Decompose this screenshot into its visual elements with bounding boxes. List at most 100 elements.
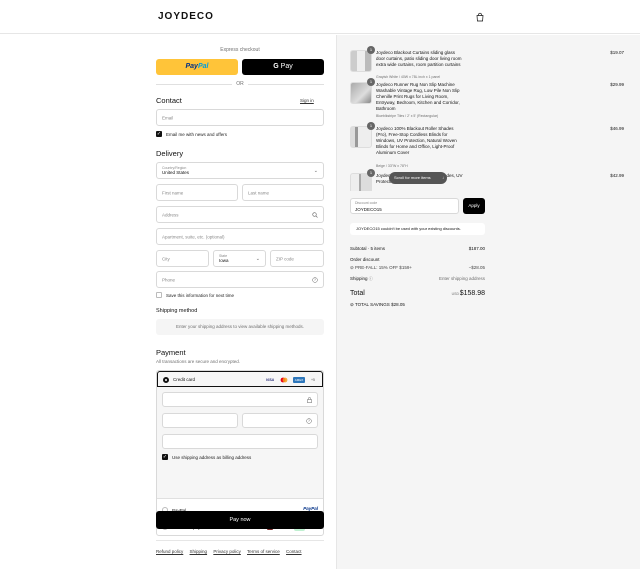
tag-icon: ⊘ (350, 265, 354, 270)
help-circle-icon[interactable]: ⓘ (369, 276, 373, 281)
email-field[interactable]: Email (156, 109, 324, 126)
contact-link[interactable]: Contact (286, 549, 302, 554)
discount-error-message: JOYDECO15 couldn't be used with your exi… (350, 223, 485, 235)
shopping-bag-icon[interactable] (475, 12, 485, 22)
product-price: $19.07 (610, 50, 624, 55)
newsletter-checkbox[interactable]: ✓ (156, 131, 162, 137)
footer-links: Refund policy Shipping Privacy policy Te… (156, 549, 307, 554)
credit-card-option[interactable]: Credit card VISA AMEX +5 (157, 371, 323, 387)
more-cards-count: +5 (311, 378, 315, 382)
product-name: Joydeco Runner Rug Non Slip Machine Wash… (376, 82, 460, 111)
product-price: $29.99 (610, 82, 624, 87)
order-summary: 1 Joydeco Blackout Curtains sliding glas… (336, 35, 640, 569)
contact-heading: Contact (156, 96, 182, 105)
amex-icon: AMEX (293, 377, 305, 383)
phone-placeholder: Phone (162, 277, 176, 282)
help-circle-icon[interactable]: ? (312, 276, 318, 283)
delivery-heading: Delivery (156, 149, 184, 158)
order-discount-row: Order discount (350, 257, 485, 262)
shipping-row: Shipping ⓘ Enter shipping address (350, 276, 485, 282)
paypal-pal-text: Pal (197, 63, 209, 70)
billing-same-label: Use shipping address as billing address (172, 455, 252, 460)
checkout-form: Express checkout PayPal G Pay OR Contact… (0, 35, 336, 569)
city-placeholder: City (162, 256, 170, 261)
privacy-policy-link[interactable]: Privacy policy (213, 549, 241, 554)
google-pay-button[interactable]: G Pay (242, 59, 324, 75)
express-checkout-label: Express checkout (220, 47, 260, 53)
product-price: $42.99 (610, 173, 624, 178)
store-logo[interactable]: JOYDECO (158, 11, 214, 22)
state-value: Iowa (219, 258, 229, 263)
apply-discount-button[interactable]: Apply (463, 198, 485, 214)
lock-icon (307, 396, 312, 403)
terms-of-service-link[interactable]: Terms of service (247, 549, 280, 554)
zip-field[interactable]: ZIP code (270, 250, 324, 267)
quantity-badge: 1 (367, 122, 375, 130)
google-g-icon: G (273, 63, 279, 70)
shipping-link[interactable]: Shipping (190, 549, 208, 554)
shipping-method-heading: Shipping method (156, 308, 198, 314)
first-name-field[interactable]: First name (156, 184, 238, 201)
city-field[interactable]: City (156, 250, 209, 267)
scroll-more-button[interactable]: Scroll for more items ↓ (389, 172, 447, 184)
phone-field[interactable]: Phone ? (156, 271, 324, 288)
currency-label: USD (451, 292, 459, 296)
product-variant: Blueblkstripe Tiles / 2' x 5' (Rectangul… (376, 114, 439, 118)
discount-label: Discount code (355, 201, 378, 205)
save-info-checkbox[interactable] (156, 292, 162, 298)
or-text: OR (236, 81, 244, 87)
credit-card-label: Credit card (173, 377, 196, 382)
chevron-down-icon: ⌄ (313, 167, 318, 174)
state-select[interactable]: State Iowa ⌄ (213, 250, 266, 267)
product-price: $46.99 (610, 126, 624, 131)
shipping-value: Enter shipping address (438, 276, 485, 281)
security-code-field[interactable]: ? (242, 413, 318, 428)
last-name-field[interactable]: Last name (242, 184, 324, 201)
scroll-hint-text: Scroll for more items (394, 175, 431, 180)
paypal-express-button[interactable]: PayPal (156, 59, 238, 75)
credit-card-radio[interactable] (163, 377, 169, 383)
chevron-down-icon: ⌄ (255, 255, 260, 262)
card-details-form: ? ✓ Use shipping address as billing addr… (157, 387, 323, 499)
sign-in-link[interactable]: Sign in (300, 98, 314, 103)
country-value: United States (162, 170, 190, 175)
svg-text:?: ? (314, 278, 316, 282)
product-variant: Beige / 33"W x 78"H (376, 164, 408, 168)
help-circle-icon[interactable]: ? (306, 417, 312, 424)
total-label: Total (350, 290, 365, 297)
last-name-placeholder: Last name (248, 190, 270, 195)
card-number-field[interactable] (162, 392, 318, 407)
quantity-badge: 1 (367, 78, 375, 86)
or-divider: OR (156, 81, 324, 87)
discount-code-field[interactable]: Discount code JOYDECO15 (350, 198, 459, 214)
address-field[interactable]: Address (156, 206, 324, 223)
apartment-field[interactable]: Apartment, suite, etc. (optional) (156, 228, 324, 245)
order-discount-label: Order discount (350, 257, 380, 262)
discount-value: JOYDECO15 (355, 207, 382, 212)
visa-icon: VISA (265, 378, 275, 382)
line-item: 1 Joydeco 100% Blackout Roller Shades (P… (350, 122, 630, 168)
product-name: Joydeco Blackout Curtains sliding glass … (376, 50, 462, 67)
total-row: Total USD $158.98 (350, 290, 485, 300)
savings-value: $28.05 (391, 302, 405, 307)
header: JOYDECO (0, 0, 640, 34)
pay-now-button[interactable]: Pay now (156, 511, 324, 529)
line-item: 1 Joydeco Blackout Curtains sliding glas… (350, 46, 630, 80)
gpay-text: Pay (280, 63, 293, 70)
billing-same-checkbox[interactable]: ✓ (162, 454, 168, 460)
subtotal-label: Subtotal · 5 items (350, 246, 386, 251)
shipping-method-notice: Enter your shipping address to view avai… (156, 319, 324, 335)
promo-value: −$28.05 (468, 265, 485, 270)
name-on-card-field[interactable] (162, 434, 318, 449)
savings-label: TOTAL SAVINGS (354, 302, 390, 307)
promo-row: ⊘ PRE-FALL: 15% OFF $159+ −$28.05 (350, 265, 485, 271)
svg-text:?: ? (308, 419, 310, 423)
country-select[interactable]: Country/Region United States ⌄ (156, 162, 324, 179)
first-name-placeholder: First name (162, 190, 184, 195)
zip-placeholder: ZIP code (276, 256, 294, 261)
refund-policy-link[interactable]: Refund policy (156, 549, 183, 554)
total-value: $158.98 (459, 290, 485, 297)
email-placeholder: Email (162, 115, 174, 120)
subtotal-row: Subtotal · 5 items $187.00 (350, 246, 485, 251)
expiration-date-field[interactable] (162, 413, 238, 428)
